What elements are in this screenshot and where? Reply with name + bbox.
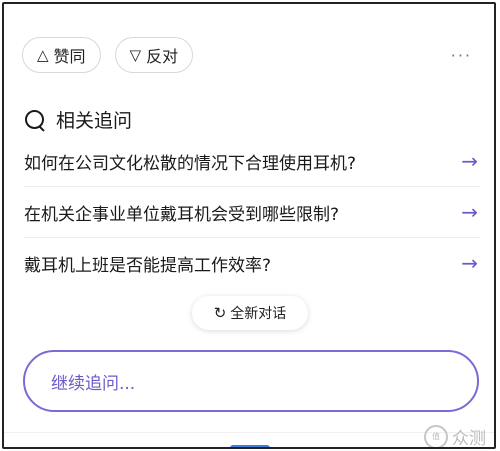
like-button[interactable]: △ 赞同: [22, 37, 101, 73]
dislike-button[interactable]: ▽ 反对: [114, 37, 194, 73]
watermark-text: 众测: [452, 429, 486, 449]
follow-up-input[interactable]: 继续追问...: [23, 350, 479, 412]
related-question-item[interactable]: 戴耳机上班是否能提高工作效率? →: [24, 238, 480, 288]
new-chat-label: 全新对话: [230, 306, 287, 322]
related-questions-header: 相关追问: [24, 106, 132, 133]
bottom-tab-indicator: [230, 445, 270, 447]
search-icon: [24, 109, 46, 132]
related-question-item[interactable]: 如何在公司文化松散的情况下合理使用耳机? →: [24, 136, 480, 187]
arrow-right-icon: →: [461, 251, 478, 275]
related-question-text: 如何在公司文化松散的情况下合理使用耳机?: [24, 153, 357, 174]
related-questions-list: 如何在公司文化松散的情况下合理使用耳机? → 在机关企事业单位戴耳机会受到哪些限…: [24, 136, 480, 288]
like-icon: △: [37, 45, 49, 64]
vote-bar: △ 赞同 ▽ 反对: [22, 37, 194, 73]
dislike-label: 反对: [146, 47, 179, 66]
like-label: 赞同: [53, 47, 86, 66]
related-questions-title: 相关追问: [56, 110, 133, 132]
new-chat-button[interactable]: ↻ 全新对话: [192, 296, 308, 330]
related-question-text: 戴耳机上班是否能提高工作效率?: [24, 255, 272, 276]
watermark: 值 众测: [424, 424, 486, 449]
dislike-icon: ▽: [129, 45, 142, 64]
more-options-icon[interactable]: ···: [451, 46, 472, 65]
related-question-item[interactable]: 在机关企事业单位戴耳机会受到哪些限制? →: [24, 187, 480, 238]
arrow-right-icon: →: [461, 200, 478, 224]
watermark-logo: 值: [424, 424, 448, 447]
arrow-right-icon: →: [461, 149, 478, 173]
chat-panel: △ 赞同 ▽ 反对 ··· 相关追问 如何在公司文化松散的情况下合理使用耳机? …: [2, 2, 496, 449]
follow-up-placeholder: 继续追问...: [51, 373, 136, 394]
divider: [4, 432, 494, 433]
related-question-text: 在机关企事业单位戴耳机会受到哪些限制?: [24, 204, 340, 225]
refresh-icon: ↻: [213, 304, 227, 322]
